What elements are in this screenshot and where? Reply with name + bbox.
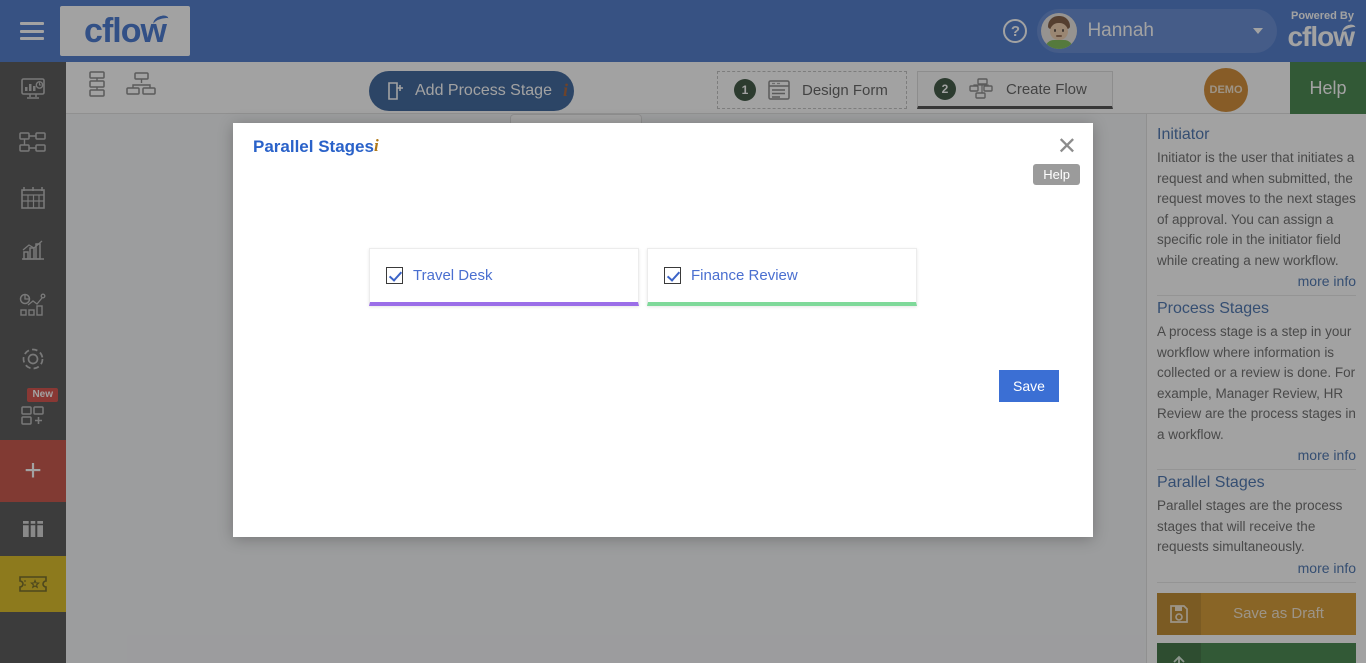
stage-checkbox[interactable]: [664, 267, 681, 284]
stage-card[interactable]: Travel Desk: [369, 248, 639, 306]
dialog-title: Parallel Stages: [253, 137, 374, 156]
stage-card[interactable]: Finance Review: [647, 248, 917, 306]
stage-label: Travel Desk: [413, 267, 493, 284]
save-button[interactable]: Save: [999, 370, 1059, 402]
stage-label: Finance Review: [691, 267, 798, 284]
dialog-help-tooltip[interactable]: Help: [1033, 164, 1080, 185]
stage-checkbox[interactable]: [386, 267, 403, 284]
dialog-info-icon[interactable]: i: [374, 136, 379, 156]
parallel-stages-dialog: Parallel Stages i ✕ Help Travel Desk Fin…: [233, 123, 1093, 537]
app-root: cflow ? Hannah Powered By cflow New + Ad…: [0, 0, 1366, 663]
close-icon[interactable]: ✕: [1057, 135, 1077, 159]
parallel-stage-list: Travel Desk Finance Review: [369, 248, 917, 306]
